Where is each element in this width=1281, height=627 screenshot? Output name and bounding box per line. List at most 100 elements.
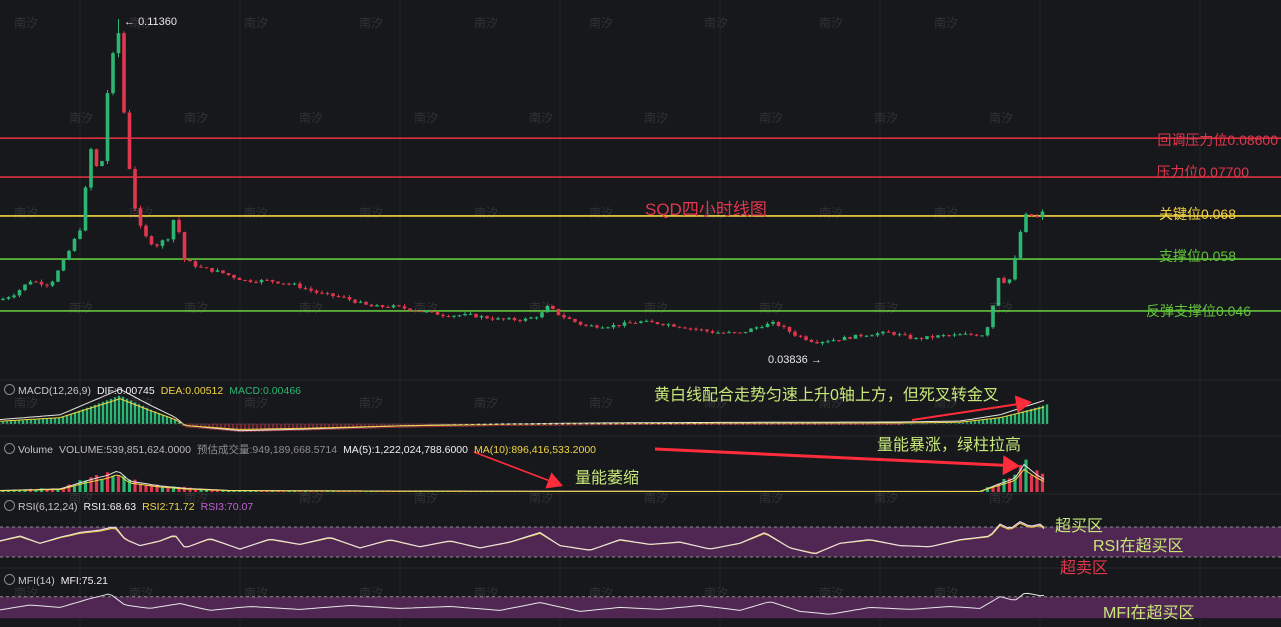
candle-down	[270, 279, 275, 282]
macd-bar	[357, 423, 361, 429]
candle-up	[78, 230, 82, 239]
macd-bar	[897, 423, 901, 425]
candle-down	[243, 279, 247, 281]
candle-up	[820, 341, 825, 344]
candle-up	[358, 301, 363, 303]
macd-bar	[113, 397, 117, 424]
macd-bar	[933, 423, 937, 425]
macd-bar	[1033, 407, 1037, 424]
macd-bar	[969, 421, 973, 424]
volume-bar	[100, 479, 104, 492]
candle-down	[672, 324, 676, 327]
volume-bar	[1040, 473, 1045, 492]
candle-down	[248, 280, 253, 282]
candle-down	[573, 318, 577, 322]
macd-bar	[909, 423, 913, 425]
candle-up	[375, 305, 379, 307]
candle-up	[936, 335, 940, 338]
candle-down	[177, 219, 181, 233]
candle-down	[490, 318, 495, 320]
alarm-icon[interactable]	[4, 384, 15, 395]
candle-down	[710, 331, 715, 333]
level-label-rebound-support: 反弹支撑位0.046	[1145, 303, 1251, 319]
candle-up	[72, 238, 77, 251]
mfi-name: MFI(14)	[18, 575, 55, 587]
candle-down	[34, 281, 38, 283]
macd-bar	[1045, 404, 1049, 424]
candle-up	[831, 340, 836, 342]
macd-bar	[105, 400, 109, 424]
candle-up	[771, 321, 775, 324]
volume-ma5: MA(5):1,222,024,788.6000	[343, 444, 468, 456]
candle-down	[947, 335, 951, 337]
candle-down	[721, 332, 726, 334]
macd-bar	[1021, 411, 1025, 424]
mfi-band	[0, 596, 1281, 619]
candle-up	[985, 327, 990, 336]
macd-bar	[1029, 409, 1033, 424]
macd-bar	[33, 419, 37, 424]
candle-up	[479, 316, 484, 318]
macd-bar	[1025, 410, 1029, 424]
candle-up	[12, 295, 16, 298]
candle-up	[116, 33, 121, 54]
volume-bar	[1002, 478, 1006, 492]
level-label-key: 关键位0.068	[1158, 206, 1236, 222]
candle-up	[826, 341, 830, 343]
volume-ma10: MA(10):896,416,533.2000	[474, 444, 597, 456]
candle-down	[677, 326, 682, 328]
macd-dif: DIF:0.00745	[96, 385, 155, 397]
rsi-header: RSI(6,12,24) RSI1:68.63 RSI2:71.72 RSI3:70.…	[4, 500, 259, 513]
volume-bar	[144, 485, 148, 492]
candle-up	[991, 305, 995, 328]
mfi-header: MFI(14) MFI:75.21	[4, 574, 114, 587]
macd-bar	[53, 418, 57, 424]
candle-up	[963, 333, 968, 335]
candle-down	[210, 267, 214, 272]
alarm-icon[interactable]	[4, 574, 15, 585]
candle-down	[694, 328, 698, 330]
macd-bar	[137, 404, 141, 424]
candle-down	[919, 337, 924, 339]
candle-down	[221, 270, 225, 274]
candle-down	[127, 112, 132, 169]
macd-bar	[873, 423, 877, 425]
rsi-1: RSI1:68.63	[83, 501, 137, 513]
macd-bar	[1013, 413, 1017, 424]
candle-up	[666, 324, 671, 326]
candle-up	[61, 259, 66, 271]
candle-down	[787, 326, 792, 332]
macd-bar	[365, 423, 369, 429]
candle-up	[980, 335, 984, 337]
macd-bar	[201, 423, 205, 429]
macd-bar	[777, 423, 781, 425]
candle-down	[94, 149, 99, 167]
macd-bar	[1041, 405, 1045, 424]
macd-bar	[45, 418, 49, 424]
candle-down	[402, 306, 407, 309]
alarm-icon[interactable]	[4, 500, 15, 511]
macd-bar	[849, 423, 853, 425]
macd-bar	[101, 401, 105, 424]
macd-bar	[129, 400, 133, 424]
candle-down	[380, 305, 385, 307]
candle-up	[765, 323, 770, 328]
macd-bar	[77, 410, 81, 424]
candle-up	[100, 161, 104, 167]
volume-bar	[72, 486, 77, 492]
macd-bar	[109, 398, 113, 424]
macd-bar	[885, 423, 889, 425]
candle-down	[683, 327, 687, 329]
candle-up	[496, 318, 500, 320]
macd-bar	[21, 420, 25, 424]
macd-bar	[729, 423, 733, 425]
candle-down	[705, 329, 709, 332]
chart-title: SQD四小时线图	[645, 200, 767, 219]
alarm-icon[interactable]	[4, 443, 15, 454]
candle-down	[655, 322, 660, 325]
macd-dea: DEA:0.00512	[160, 385, 224, 397]
macd-bar	[1009, 414, 1013, 424]
macd-bar	[693, 423, 697, 425]
candle-up	[545, 305, 550, 313]
candle-up	[600, 327, 605, 329]
